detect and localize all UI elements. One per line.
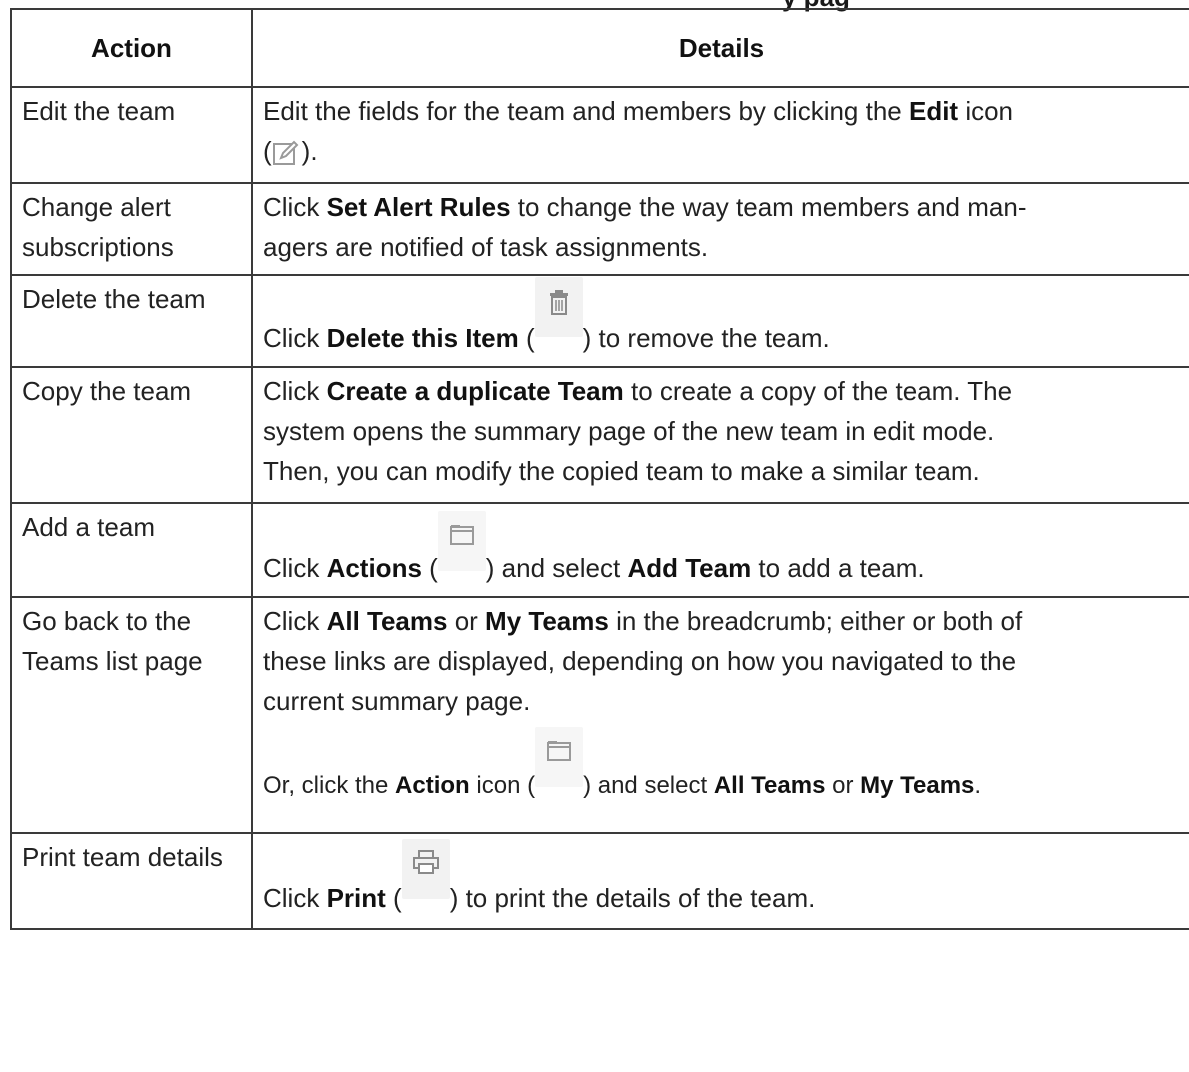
table-row: Add a team Click Actions ( ) and select A…	[10, 502, 1189, 598]
ui-term: Action	[395, 772, 470, 799]
details-paragraph: Click All Teams or My Teams in the bread…	[263, 601, 1180, 721]
details-text: ) and select	[583, 772, 714, 799]
ui-term: Set Alert Rules	[326, 192, 511, 222]
action-cell: Edit the team	[10, 86, 253, 184]
details-text: ).	[301, 136, 318, 166]
header-details: Details	[251, 8, 1189, 88]
action-cell: Delete the team	[10, 274, 253, 368]
details-text: (	[263, 136, 272, 166]
details-text: Click	[263, 606, 327, 636]
details-cell: Click Create a duplicate Team to create …	[251, 366, 1189, 504]
table-row: Delete the team Click Delete this Item (…	[10, 274, 1189, 368]
details-text: (	[385, 883, 402, 913]
details-text: ) to remove the team.	[582, 323, 830, 353]
details-text: Click	[263, 323, 327, 353]
details-text: system opens the summary page of the new…	[263, 416, 995, 446]
actions-table: Action Details Edit the team Edit the fi…	[10, 8, 1189, 930]
ui-term: Delete this Item	[326, 323, 519, 353]
table-row: Print team details Click Print ( ) to pri…	[10, 832, 1189, 930]
details-cell: Click Set Alert Rules to change the way …	[251, 182, 1189, 276]
details-paragraph: Or, click the Action icon () and select …	[263, 727, 1180, 806]
details-text: icon (	[469, 772, 536, 799]
details-text: these links are displayed, depending on …	[263, 646, 1017, 676]
action-cell: Copy the team	[10, 366, 253, 504]
folder-icon	[535, 727, 584, 787]
ui-term: Edit	[908, 96, 959, 126]
details-text: in the breadcrumb; either or both of	[608, 606, 1023, 636]
ui-term: My Teams	[485, 606, 609, 636]
details-text: Click	[263, 192, 327, 222]
ui-term: My Teams	[860, 772, 975, 799]
ui-term: Actions	[326, 553, 422, 583]
table-row: Copy the team Click Create a duplicate T…	[10, 366, 1189, 504]
details-text: or	[825, 772, 861, 799]
details-text: Then, you can modify the copied team to …	[263, 456, 980, 486]
details-cell: Click Delete this Item ( ) to remove the …	[251, 274, 1189, 368]
action-cell: Add a team	[10, 502, 253, 598]
table-header-row: Action Details	[10, 8, 1189, 88]
details-text: ) to print the details of the team.	[449, 883, 816, 913]
details-text: to create a copy of the team. The	[623, 376, 1013, 406]
details-cell: Edit the fields for the team and members…	[251, 86, 1189, 184]
edit-icon	[272, 138, 302, 170]
details-text: to change the way team members and man-	[510, 192, 1027, 222]
details-text: to add a team.	[751, 553, 925, 583]
header-action: Action	[10, 8, 253, 88]
folder-icon	[437, 511, 486, 571]
details-text: current summary page.	[263, 686, 531, 716]
details-text: Click	[263, 553, 327, 583]
action-cell: Print team details	[10, 832, 253, 930]
table-row: Go back to the Teams list page Click All…	[10, 596, 1189, 834]
details-text: Click	[263, 883, 327, 913]
details-cell: Click All Teams or My Teams in the bread…	[251, 596, 1189, 834]
ui-term: Add Team	[627, 553, 752, 583]
ui-term: Print	[326, 883, 386, 913]
action-cell: Change alert subscriptions	[10, 182, 253, 276]
details-text: icon	[958, 96, 1014, 126]
details-text: (	[518, 323, 535, 353]
details-text: (	[421, 553, 438, 583]
table-row: Change alert subscriptions Click Set Ale…	[10, 182, 1189, 276]
details-cell: Click Print ( ) to print the details of t…	[251, 832, 1189, 930]
table-row: Edit the team Edit the fields for the te…	[10, 86, 1189, 184]
details-text: or	[447, 606, 486, 636]
printer-icon	[401, 839, 450, 899]
details-text: agers are notified of task assignments.	[263, 232, 709, 262]
ui-term: All Teams	[713, 772, 826, 799]
ui-term: Create a duplicate Team	[326, 376, 624, 406]
details-cell: Click Actions ( ) and select Add Team to …	[251, 502, 1189, 598]
details-text: Click	[263, 376, 327, 406]
details-text: Or, click the	[263, 772, 396, 799]
details-text: ) and select	[485, 553, 628, 583]
details-text: Edit the fields for the team and members…	[263, 96, 909, 126]
action-cell: Go back to the Teams list page	[10, 596, 253, 834]
trash-icon	[534, 277, 583, 337]
details-text: .	[974, 772, 982, 799]
ui-term: All Teams	[326, 606, 448, 636]
